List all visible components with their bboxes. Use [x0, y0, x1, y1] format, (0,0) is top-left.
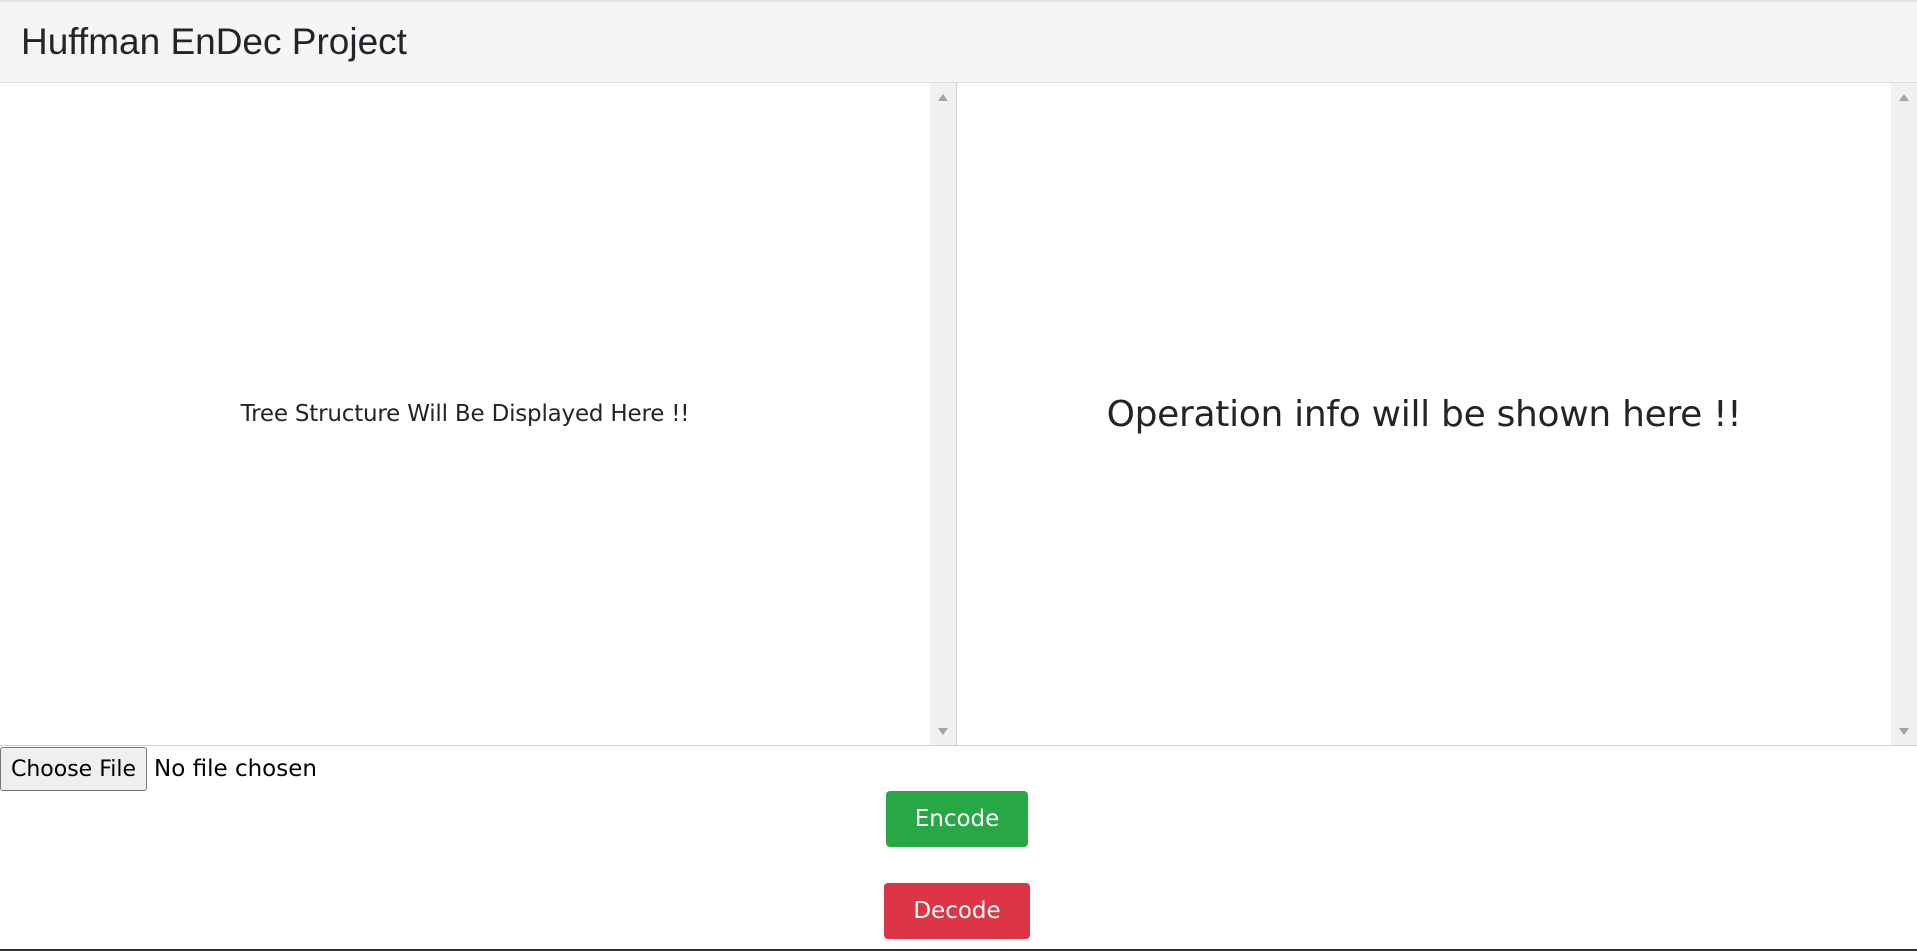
tree-placeholder-text: Tree Structure Will Be Displayed Here !! [240, 401, 690, 427]
scroll-up-icon[interactable] [930, 87, 956, 107]
scroll-down-icon[interactable] [930, 721, 956, 741]
tree-panel-content: Tree Structure Will Be Displayed Here !! [0, 83, 930, 745]
divider [0, 745, 1917, 746]
scroll-down-icon[interactable] [1891, 721, 1917, 741]
choose-file-button[interactable]: Choose File [0, 747, 148, 791]
info-panel-scrollbar[interactable] [1891, 83, 1917, 745]
info-panel[interactable]: Operation info will be shown here !! [957, 83, 1917, 745]
file-status-text: No file chosen [154, 756, 317, 782]
tree-panel[interactable]: Tree Structure Will Be Displayed Here !! [0, 83, 957, 745]
info-placeholder-text: Operation info will be shown here !! [1106, 393, 1742, 435]
scroll-up-icon[interactable] [1891, 87, 1917, 107]
tree-panel-scrollbar[interactable] [930, 83, 956, 745]
app-header: Huffman EnDec Project [0, 0, 1917, 83]
decode-button[interactable]: Decode [884, 883, 1030, 939]
encode-button[interactable]: Encode [886, 791, 1028, 847]
info-panel-content: Operation info will be shown here !! [957, 83, 1891, 745]
page-title: Huffman EnDec Project [21, 21, 407, 62]
file-input[interactable]: Choose File No file chosen [0, 747, 317, 791]
